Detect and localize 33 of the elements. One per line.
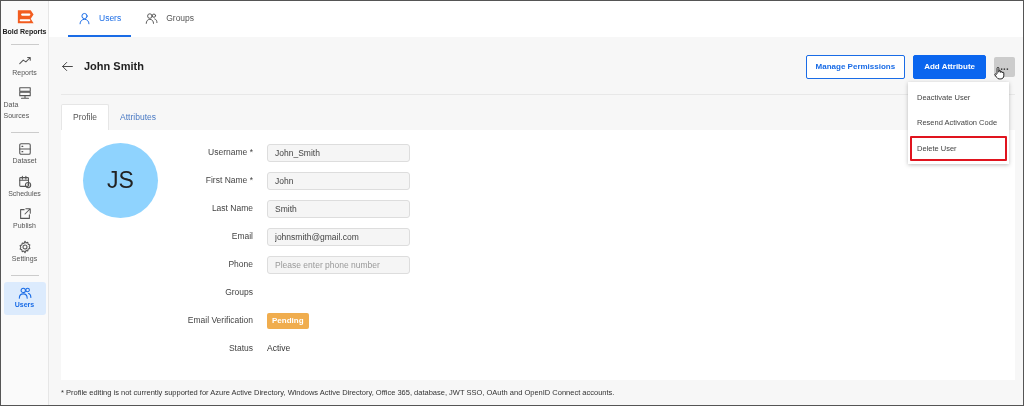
settings-icon — [17, 239, 32, 254]
dataset-icon — [17, 142, 32, 156]
field-label: Username * — [207, 146, 253, 160]
hand-cursor-icon — [993, 65, 1006, 81]
field-label: Email — [230, 230, 253, 244]
nav-tab[interactable]: Groups — [135, 1, 205, 37]
field-label: Last Name — [210, 202, 253, 216]
field-label: Email Verification — [186, 314, 253, 328]
users-icon — [145, 11, 159, 25]
input-field[interactable]: Smith — [267, 199, 410, 218]
calendar-clock-icon — [17, 174, 32, 189]
server-icon — [17, 86, 32, 100]
status-value: Active — [267, 342, 291, 356]
users-icon — [17, 286, 32, 300]
input-field[interactable]: johnsmith@gmail.com — [267, 227, 410, 246]
field-label: Groups — [224, 286, 253, 300]
manage-permissions-button[interactable]: Manage Permissions — [805, 54, 906, 79]
input-field[interactable]: John_Smith — [267, 143, 410, 162]
page-title: John Smith — [84, 59, 144, 75]
tab[interactable]: Attributes — [109, 104, 167, 130]
field-label: First Name * — [204, 174, 253, 188]
tab[interactable]: Profile — [61, 104, 110, 130]
field-label: Phone — [227, 258, 253, 272]
input-field[interactable]: John — [267, 171, 410, 190]
nav-tab[interactable]: Users — [68, 1, 132, 37]
back-arrow-icon — [61, 60, 74, 73]
status-badge: Pending — [267, 312, 309, 329]
avatar: JS — [83, 142, 158, 218]
field-label: Status — [227, 342, 253, 356]
share-icon — [17, 207, 32, 221]
input-field[interactable]: Please enter phone number — [267, 255, 410, 274]
user-icon — [78, 11, 91, 25]
add-attribute-button[interactable]: Add Attribute — [913, 54, 986, 79]
